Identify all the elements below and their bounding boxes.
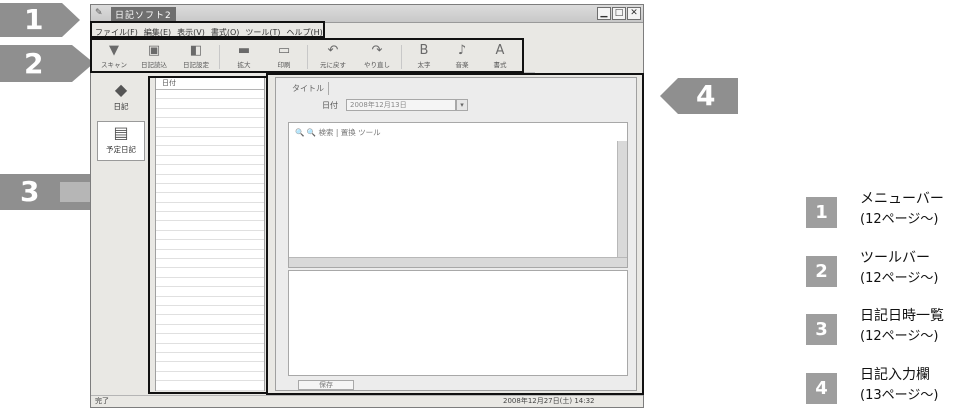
legend-title: 日記入力欄: [860, 367, 930, 383]
legend-page: (13ページ〜): [860, 388, 939, 403]
callout-number-4: 4: [696, 79, 716, 112]
legend-page: (12ページ〜): [860, 271, 939, 286]
highlight-toolbar: [90, 38, 524, 73]
highlight-input: [266, 73, 644, 395]
legend-number: 4: [806, 373, 837, 404]
callout-number-2: 2: [24, 47, 44, 80]
callout-number-1: 1: [24, 3, 44, 36]
legend-number: 3: [806, 314, 837, 345]
callout-arrow-2: [0, 45, 94, 82]
legend-title: 日記日時一覧: [860, 308, 944, 324]
legend-number: 2: [806, 256, 837, 287]
highlight-menubar: [90, 21, 325, 38]
callout-number-3: 3: [20, 175, 40, 208]
app-icon: ✎: [95, 8, 103, 18]
legend-item-menubar: 1 メニューバー (12ページ〜): [806, 188, 971, 228]
legend-page: (12ページ〜): [860, 329, 939, 344]
maximize-button[interactable]: □: [612, 7, 626, 20]
legend-title: ツールバー: [860, 250, 930, 266]
legend-item-date-list: 3 日記日時一覧 (12ページ〜): [806, 305, 971, 345]
legend-item-toolbar: 2 ツールバー (12ページ〜): [806, 247, 971, 287]
status-datetime: 2008年12月27日(土) 14:32: [503, 397, 595, 405]
diary-icon: ◆: [114, 80, 128, 99]
legend-title: メニューバー: [860, 191, 944, 207]
status-bar: 完了 2008年12月27日(土) 14:32: [91, 395, 643, 407]
highlight-list: [148, 76, 268, 394]
nav-diary[interactable]: ◆ 日記: [97, 79, 145, 119]
status-left: 完了: [95, 397, 109, 405]
close-button[interactable]: ✕: [627, 7, 641, 20]
window-title: 日記ソフト2: [111, 7, 176, 22]
nav-schedule[interactable]: ▤ 予定日記: [97, 121, 145, 161]
legend-item-input: 4 日記入力欄 (13ページ〜): [806, 364, 971, 404]
calendar-icon: ▤: [113, 123, 129, 142]
legend-number: 1: [806, 197, 837, 228]
legend-page: (12ページ〜): [860, 212, 939, 227]
minimize-button[interactable]: ▁: [597, 7, 611, 20]
